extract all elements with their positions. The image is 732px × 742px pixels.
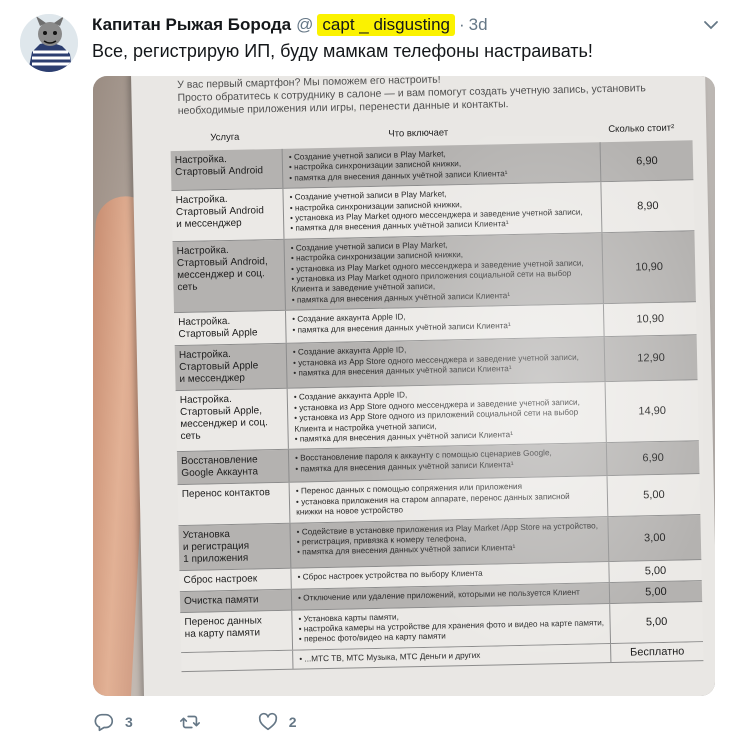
- service-name: Установка и регистрация 1 приложения: [178, 523, 292, 570]
- like-button[interactable]: 2: [257, 711, 297, 733]
- service-name: Сброс настроек: [179, 568, 292, 591]
- service-name: Восстановление Google Аккаунта: [176, 450, 290, 485]
- reply-button[interactable]: 3: [93, 711, 133, 733]
- handle-at-sign: @: [296, 15, 314, 34]
- like-count: 2: [288, 714, 297, 730]
- service-price: 10,90: [636, 313, 665, 326]
- service-include-item: • Отключение или удаление приложений, ко…: [297, 587, 580, 603]
- service-includes: • Создание учетной записи в Play Market,…: [282, 142, 602, 189]
- service-includes: • Создание аккаунта Apple ID, • установка…: [286, 337, 606, 389]
- tweet-photo[interactable]: У вас первый смартфон? Мы поможем его на…: [93, 76, 715, 696]
- column-header-price: Сколько стоит²: [608, 122, 675, 136]
- reply-icon: [94, 713, 114, 732]
- column-header-service: Услуга: [210, 131, 240, 144]
- service-name: Перенос данных на карту памяти: [180, 610, 294, 652]
- service-name: Перенос контактов: [177, 483, 291, 525]
- service-includes: • Перенос данных с помощью сопряжения ил…: [289, 476, 609, 523]
- service-price: 10,90: [635, 260, 664, 274]
- heart-icon: [258, 712, 277, 731]
- service-price: 5,00: [643, 488, 665, 502]
- column-header-includes: Что включает: [388, 127, 449, 140]
- chevron-down-icon[interactable]: [702, 16, 720, 34]
- price-row: Настройка. Стартовый Apple, мессенджер и…: [175, 380, 699, 453]
- service-name: Очистка памяти: [179, 589, 293, 612]
- service-price: 14,90: [638, 405, 667, 418]
- service-includes: • Восстановление пароля к аккаунту с пом…: [288, 443, 608, 483]
- service-name: Настройка. Стартовый Android, мессенджер…: [172, 239, 286, 313]
- tweet-timestamp[interactable]: 3d: [469, 15, 488, 35]
- tweet-text: Все, регистрирую ИП, буду мамкам телефон…: [92, 41, 593, 61]
- service-includes: • Создание аккаунта Apple ID, • установка…: [287, 382, 607, 450]
- display-name[interactable]: Капитан Рыжая Борода: [92, 15, 291, 35]
- service-name: [181, 650, 294, 672]
- service-name: Настройка. Стартовый Apple: [174, 311, 287, 346]
- avatar[interactable]: [20, 14, 78, 72]
- service-price: 5,00: [645, 585, 667, 598]
- service-name: Настройка. Стартовый Android: [170, 148, 284, 191]
- reply-count: 3: [125, 714, 133, 730]
- retweet-icon: [179, 715, 200, 729]
- separator-dot: ·: [459, 15, 465, 34]
- service-price: 5,00: [644, 564, 667, 577]
- service-includes: • Создание аккаунта Apple ID, • памятка д…: [285, 304, 605, 344]
- service-name: Настройка. Стартовый Apple, мессенджер и…: [175, 389, 289, 452]
- service-price: Бесплатно: [629, 645, 685, 659]
- handle-text: capt _ disgusting: [317, 14, 455, 36]
- service-price: 6,90: [642, 452, 664, 465]
- retweet-button[interactable]: [179, 711, 211, 733]
- service-includes: • Создание учетной записи в Play Market,…: [283, 182, 603, 239]
- price-row: Настройка. Стартовый Android, мессенджер…: [172, 231, 696, 314]
- price-list-intro: У вас первый смартфон? Мы поможем его на…: [177, 76, 678, 118]
- service-includes: • Создание учетной записи в Play Market,…: [284, 233, 604, 311]
- tweet-header: Капитан Рыжая Борода @ capt _ disgusting…: [92, 13, 488, 37]
- service-includes: • Установка карты памяти, • настройка кам…: [292, 603, 612, 650]
- service-price: 12,90: [637, 352, 665, 365]
- user-handle[interactable]: @ capt _ disgusting: [296, 14, 455, 36]
- service-price: 8,90: [637, 200, 659, 213]
- tweet-actions: 3 2: [93, 708, 343, 736]
- service-price: 3,00: [643, 531, 666, 544]
- service-include-item: • ...МТС ТВ, МТС Музыка, МТС Деньги и др…: [299, 650, 481, 664]
- service-name: Настройка. Стартовый Apple и мессенджер: [174, 344, 288, 391]
- price-list-paper: У вас первый смартфон? Мы поможем его на…: [131, 76, 715, 696]
- service-includes: • Содействие в установке приложения из P…: [290, 516, 610, 568]
- avatar-image: [20, 14, 78, 72]
- service-name: Настройка. Стартовый Android и мессендже…: [171, 189, 285, 242]
- service-price: 5,00: [645, 616, 668, 629]
- service-price: 6,90: [636, 154, 658, 168]
- price-table: Настройка. Стартовый Android • Создание у…: [170, 140, 704, 673]
- service-include-item: • Сброс настроек устройства по выбору Кл…: [297, 568, 483, 582]
